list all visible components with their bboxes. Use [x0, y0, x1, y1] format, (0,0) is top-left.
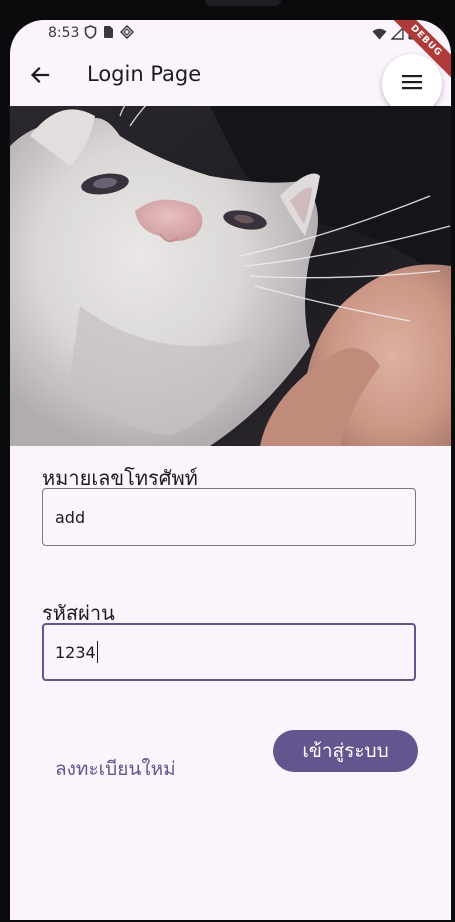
status-left-icons — [84, 24, 135, 43]
app-bar: Login Page — [10, 50, 451, 114]
sim-card-icon — [103, 24, 114, 43]
device-frame: 8:53 DEBUG Login Page หมายเลขโทรศัพท์ ad… — [0, 0, 455, 922]
wifi-icon — [372, 25, 387, 44]
phone-input-value: add — [55, 507, 86, 527]
login-button[interactable]: เข้าสู่ระบบ — [273, 730, 418, 772]
password-input-value: 1234 — [55, 642, 96, 662]
phone-input[interactable]: add — [42, 488, 416, 546]
status-bar: 8:53 DEBUG — [10, 20, 451, 81]
menu-button[interactable] — [382, 54, 442, 114]
page-title: Login Page — [87, 62, 202, 86]
register-link[interactable]: ลงทะเบียนใหม่ — [55, 754, 176, 784]
back-button[interactable] — [25, 62, 55, 92]
status-time: 8:53 — [48, 25, 80, 41]
app-screen: 8:53 DEBUG Login Page หมายเลขโทรศัพท์ ad… — [10, 20, 451, 920]
arrow-back-icon — [30, 65, 50, 89]
login-button-label: เข้าสู่ระบบ — [302, 740, 389, 762]
password-input[interactable]: 1234 — [42, 623, 416, 681]
menu-icon — [402, 74, 422, 94]
camera-notch — [205, 0, 281, 6]
app-diamond-icon — [119, 24, 135, 43]
shield-icon — [84, 24, 97, 43]
text-caret — [96, 641, 99, 663]
cat-photo — [10, 106, 451, 446]
